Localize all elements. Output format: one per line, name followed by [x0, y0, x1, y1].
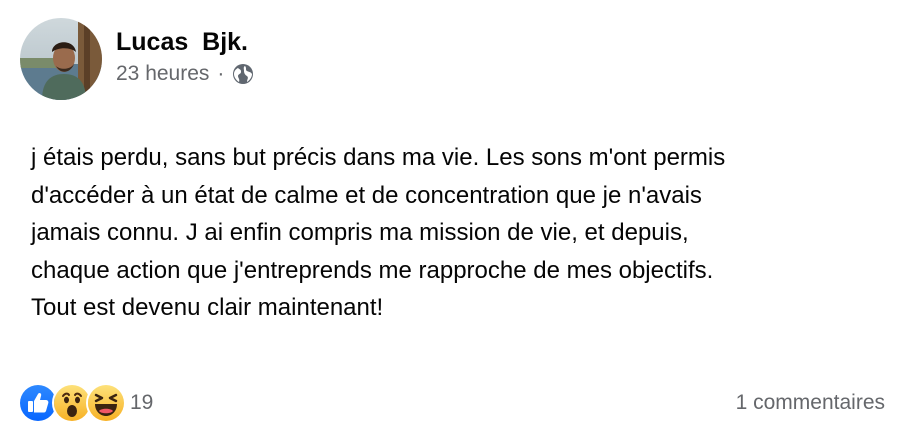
post-timestamp[interactable]: 23 heures [116, 61, 209, 87]
post-body-line: chaque action que j'entreprends me rappr… [31, 256, 714, 284]
separator-dot: · [217, 62, 225, 85]
post-header: Lucas Bjk. 23 heures · [20, 18, 254, 100]
reactions-summary[interactable]: 19 [18, 383, 153, 423]
post-footer: 19 1 commentaires [18, 382, 885, 424]
post-body-line: d'accéder à un état de calme et de conce… [31, 181, 702, 209]
post-body-line: Tout est devenu clair maintenant! [31, 294, 384, 321]
haha-icon [86, 383, 126, 423]
author-name[interactable]: Lucas Bjk. [116, 27, 254, 57]
comments-link[interactable]: 1 commentaires [736, 391, 885, 415]
post-body-line: jamais connu. J ai enfin compris ma miss… [31, 219, 689, 246]
avatar[interactable] [20, 18, 102, 100]
reaction-count: 19 [130, 391, 154, 414]
post-meta: Lucas Bjk. 23 heures · [116, 27, 254, 87]
post-subline: 23 heures · [116, 61, 254, 87]
post-body: j étais perdu, sans but précis dans ma v… [31, 139, 881, 327]
post-card: Lucas Bjk. 23 heures · j étais perdu, sa… [0, 0, 907, 442]
globe-icon[interactable] [232, 63, 254, 85]
post-body-line: j étais perdu, sans but précis dans ma v… [31, 144, 726, 171]
